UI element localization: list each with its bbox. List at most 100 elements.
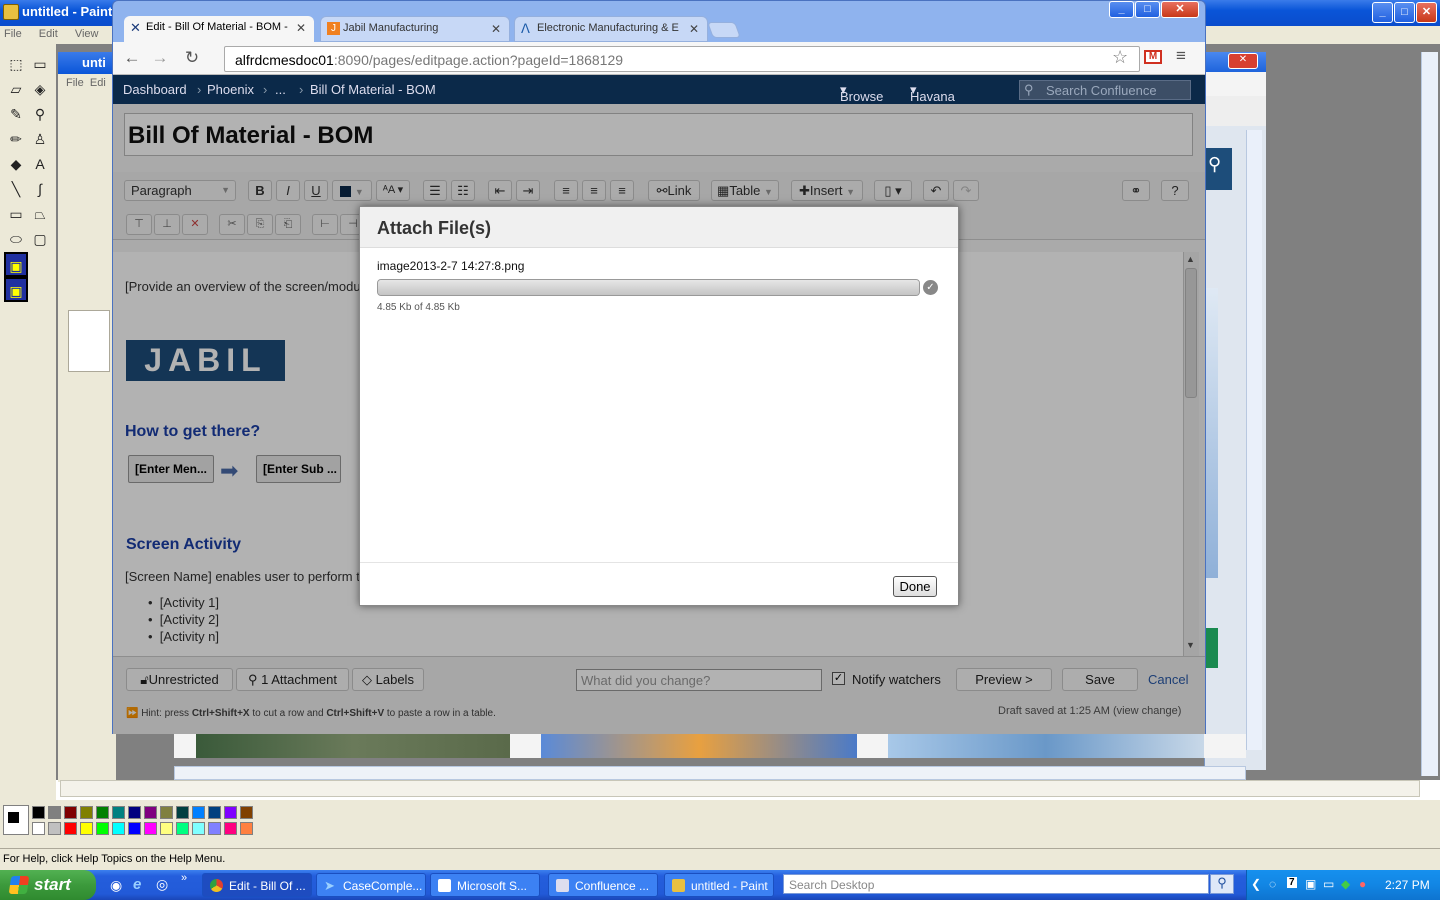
chrome-minimize-button[interactable]: _ (1109, 1, 1134, 18)
browse-menu[interactable]: Browse ▾ (840, 82, 883, 104)
palette-swatch[interactable] (64, 822, 77, 835)
paint-menu-edit[interactable]: Edit (39, 28, 58, 40)
task-paint[interactable]: untitled - Paint (664, 873, 774, 897)
display-icon[interactable]: ▭ (1323, 877, 1334, 891)
palette-swatch[interactable] (80, 822, 93, 835)
background-search-icon[interactable]: ⚲ (1206, 148, 1232, 190)
desktop-search-input[interactable]: Search Desktop (783, 874, 1209, 894)
palette-swatch[interactable] (224, 822, 237, 835)
reload-icon[interactable]: ↻ (181, 48, 203, 68)
fill-icon[interactable]: ◈ (28, 77, 52, 102)
ie-icon[interactable]: e (133, 876, 141, 893)
palette-swatch[interactable] (240, 806, 253, 819)
paint-horizontal-scrollbar[interactable] (60, 780, 1420, 797)
tab-electronic-manufacturing[interactable]: ᐱ Electronic Manufacturing & E ✕ (514, 16, 708, 42)
show-desktop-icon[interactable]: ◉ (110, 877, 122, 894)
palette-swatch[interactable] (112, 806, 125, 819)
desktop-search-icon[interactable]: ⚲ (1210, 874, 1234, 894)
breadcrumb-current[interactable]: Bill Of Material - BOM (310, 82, 436, 97)
calendar-icon[interactable]: 7 (1287, 877, 1297, 888)
paint2-menu-file[interactable]: File (66, 77, 84, 89)
back-arrow-icon[interactable]: ← (121, 48, 143, 68)
task-chrome[interactable]: Edit - Bill Of ... (202, 873, 312, 897)
task-microsoft[interactable]: Microsoft S... (430, 873, 540, 897)
brush-icon[interactable]: ♙ (28, 127, 52, 152)
palette-swatch[interactable] (96, 822, 109, 835)
curve-icon[interactable]: ∫ (28, 177, 52, 202)
select-icon[interactable]: ▭ (28, 52, 52, 77)
palette-swatch[interactable] (80, 806, 93, 819)
palette-swatch[interactable] (224, 806, 237, 819)
pencil-icon[interactable]: ✏ (4, 127, 28, 152)
tray-app-icon[interactable]: ▣ (1305, 877, 1316, 891)
breadcrumb-dashboard[interactable]: Dashboard (123, 82, 187, 97)
palette-swatch[interactable] (144, 822, 157, 835)
close-tab-icon[interactable]: ✕ (689, 22, 699, 36)
chrome-menu-icon[interactable]: ≡ (1176, 46, 1186, 66)
done-button[interactable]: Done (893, 576, 937, 597)
magnifier-icon[interactable]: ⚲ (28, 102, 52, 127)
palette-swatch[interactable] (176, 822, 189, 835)
paint-menu-view[interactable]: View (75, 28, 99, 40)
paint-minimize-button[interactable]: _ (1372, 2, 1393, 23)
confluence-search-input[interactable]: Search Confluence (1019, 80, 1191, 100)
network-icon[interactable]: ◌ (1269, 877, 1276, 891)
task-confluence[interactable]: Confluence ... (548, 873, 658, 897)
paint-close-button[interactable]: ✕ (1416, 2, 1437, 23)
palette-swatch[interactable] (48, 822, 61, 835)
paint2-menu-edit[interactable]: Edi (90, 77, 106, 89)
palette-swatch[interactable] (32, 806, 45, 819)
airbrush-icon[interactable]: ◆ (4, 152, 28, 177)
background-green-button[interactable] (1206, 628, 1218, 668)
palette-swatch[interactable] (112, 822, 125, 835)
tray-expand-icon[interactable]: ❮ (1251, 877, 1261, 891)
palette-swatch[interactable] (144, 806, 157, 819)
new-tab-button[interactable] (707, 22, 741, 38)
palette-swatch[interactable] (192, 806, 205, 819)
rectangle-icon[interactable]: ▭ (4, 202, 28, 227)
task-casecomplete[interactable]: ➤ CaseComple... (316, 873, 426, 897)
security-icon[interactable]: ● (1359, 877, 1366, 891)
bookmark-star-icon[interactable]: ☆ (1112, 47, 1128, 68)
free-select-icon[interactable]: ⬚ (4, 52, 28, 77)
breadcrumb-ellipsis[interactable]: ... (275, 82, 286, 97)
background-close-icon[interactable]: ✕ (1228, 53, 1258, 69)
breadcrumb-phoenix[interactable]: Phoenix (207, 82, 254, 97)
tab-edit-bom[interactable]: ✕ Edit - Bill Of Material - BOM - ✕ (124, 16, 314, 42)
user-menu[interactable]: Havana Cheng ▾ (910, 82, 955, 119)
palette-swatch[interactable] (192, 822, 205, 835)
palette-swatch[interactable] (48, 806, 61, 819)
paint-vertical-scrollbar[interactable] (1421, 52, 1438, 776)
quicklaunch-more-icon[interactable]: » (181, 872, 187, 884)
palette-swatch[interactable] (208, 822, 221, 835)
palette-swatch[interactable] (128, 806, 141, 819)
clock[interactable]: 2:27 PM (1385, 878, 1430, 892)
transparent-mode-icon[interactable]: ▣ (4, 277, 28, 302)
palette-swatch[interactable] (176, 806, 189, 819)
forward-arrow-icon[interactable]: → (149, 48, 171, 68)
background-hscrollbar[interactable] (174, 766, 1246, 780)
address-bar[interactable]: alfrdcmesdoc01:8090/pages/editpage.actio… (224, 46, 1140, 72)
text-icon[interactable]: A (28, 152, 52, 177)
palette-swatch[interactable] (96, 806, 109, 819)
current-colors-box[interactable] (3, 805, 29, 835)
chrome-maximize-button[interactable]: □ (1135, 1, 1160, 18)
eraser-icon[interactable]: ▱ (4, 77, 28, 102)
polygon-icon[interactable]: ⏢ (28, 202, 52, 227)
palette-swatch[interactable] (240, 822, 253, 835)
picker-icon[interactable]: ✎ (4, 102, 28, 127)
quicklaunch-icon[interactable]: ◎ (156, 876, 168, 893)
palette-swatch[interactable] (32, 822, 45, 835)
chrome-close-button[interactable]: ✕ (1161, 1, 1199, 18)
close-tab-icon[interactable]: ✕ (491, 22, 501, 36)
background-scrollbar[interactable] (1246, 130, 1262, 750)
palette-swatch[interactable] (160, 806, 173, 819)
palette-swatch[interactable] (160, 822, 173, 835)
ellipse-icon[interactable]: ⬭ (4, 227, 28, 252)
paint-menu-file[interactable]: File (4, 28, 22, 40)
line-icon[interactable]: ╲ (4, 177, 28, 202)
palette-swatch[interactable] (128, 822, 141, 835)
palette-swatch[interactable] (208, 806, 221, 819)
gmail-icon[interactable]: M (1144, 50, 1162, 64)
palette-swatch[interactable] (64, 806, 77, 819)
